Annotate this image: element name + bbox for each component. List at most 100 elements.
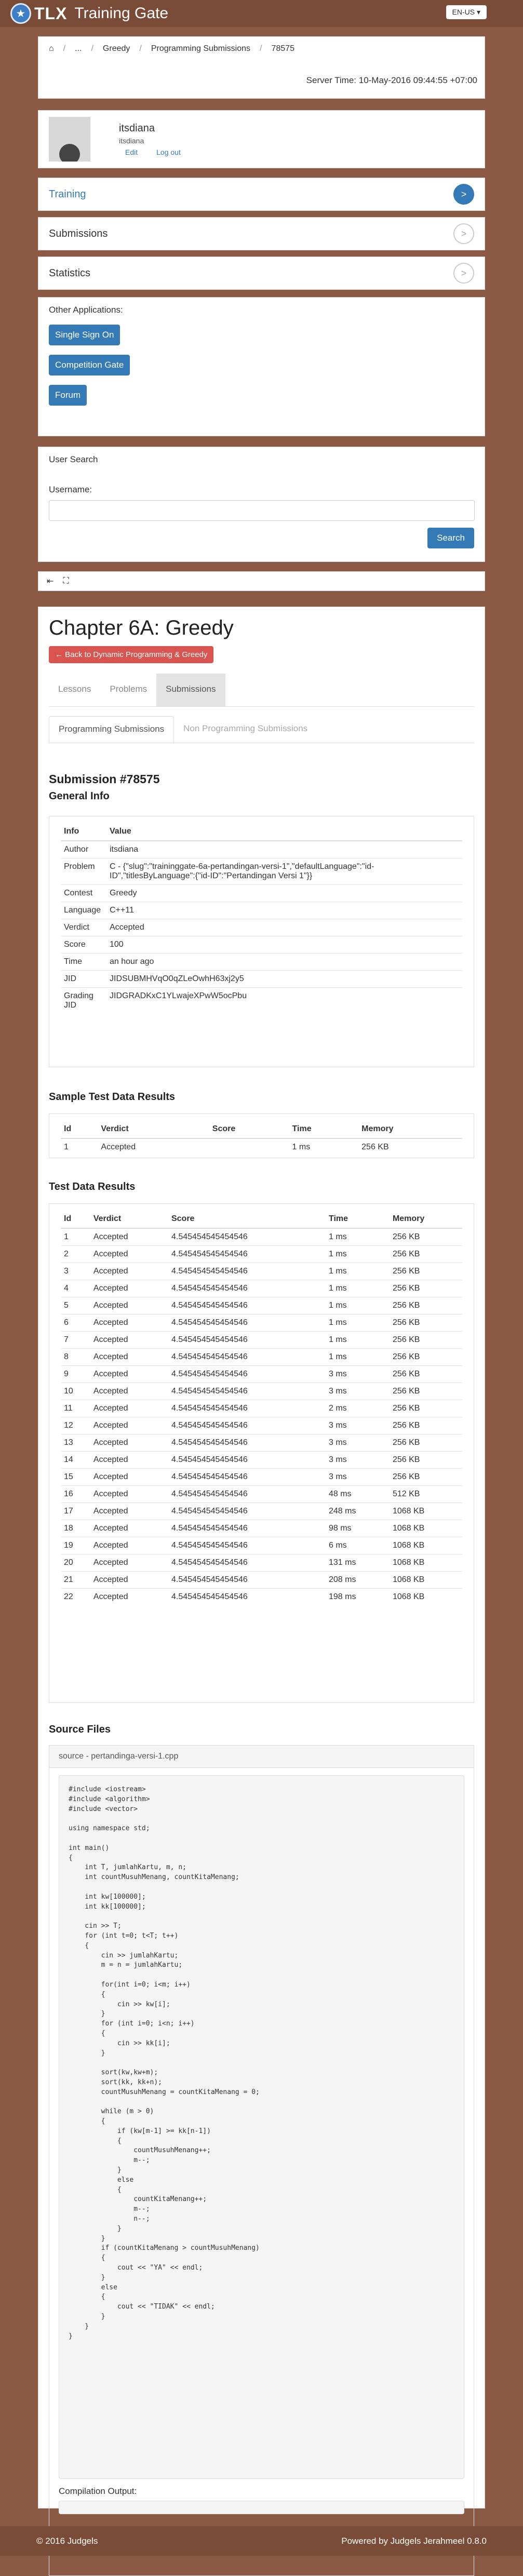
info-row: Contest Greedy <box>61 884 462 902</box>
table-cell: 5 <box>61 1297 90 1314</box>
tlx-logo[interactable]: ★ TLX <box>10 3 67 24</box>
search-button[interactable]: Search <box>427 528 474 548</box>
column-header: Score <box>168 1210 326 1229</box>
app-title[interactable]: Training Gate <box>74 5 168 22</box>
table-cell: 4.545454545454546 <box>168 1571 326 1589</box>
table-cell: Accepted <box>90 1263 168 1280</box>
fullscreen-icon[interactable]: ⛶ <box>63 576 69 586</box>
tab-lessons[interactable]: Lessons <box>49 674 100 706</box>
user-search-panel: User Search Username: Search <box>38 447 485 562</box>
back-button[interactable]: ← Back to Dynamic Programming & Greedy <box>49 646 214 663</box>
table-row: 13 Accepted 4.545454545454546 3 ms 256 KB <box>61 1434 462 1452</box>
logo-text: TLX <box>34 4 68 23</box>
value-header: Value <box>106 823 462 841</box>
language-dropdown[interactable]: EN-US ▾ <box>446 5 487 19</box>
table-cell: 22 <box>61 1588 90 1605</box>
table-row: 17 Accepted 4.545454545454546 248 ms 1068 KB <box>61 1502 462 1520</box>
table-cell: Accepted <box>90 1228 168 1246</box>
table-cell: 3 ms <box>325 1451 390 1469</box>
breadcrumb-ellipsis[interactable]: ... <box>75 44 82 53</box>
table-cell: 208 ms <box>325 1571 390 1589</box>
table-cell: 1 ms <box>325 1348 390 1366</box>
layout-toolbar: ⇤ ⛶ <box>38 571 485 591</box>
subtab-programming-submissions[interactable]: Programming Submissions <box>49 716 175 743</box>
info-value: an hour ago <box>106 953 462 971</box>
logout-link[interactable]: Log out <box>156 148 181 156</box>
competition-gate-button[interactable]: Competition Gate <box>49 355 130 375</box>
info-header: Info <box>61 823 106 841</box>
table-cell: Accepted <box>90 1502 168 1520</box>
table-cell: 1068 KB <box>389 1537 462 1554</box>
table-cell: 256 KB <box>389 1263 462 1280</box>
table-cell: 7 <box>61 1331 90 1349</box>
avatar-silhouette-icon <box>59 144 80 162</box>
table-cell: Accepted <box>90 1383 168 1400</box>
sample-results-title: Sample Test Data Results <box>49 1091 176 1103</box>
home-icon[interactable]: ⌂ <box>49 44 54 53</box>
sample-results-box: Id Verdict Score Time Memory 1 Accepted 1 ms 25… <box>49 1113 474 1158</box>
column-header: Memory <box>389 1210 462 1229</box>
table-cell: 4.545454545454546 <box>168 1485 326 1503</box>
table-cell: 256 KB <box>389 1400 462 1417</box>
user-info: itsdiana itsdiana Edit Log out <box>119 123 181 156</box>
table-cell: 198 ms <box>325 1588 390 1605</box>
info-key: Author <box>61 840 106 858</box>
table-cell: 1 ms <box>325 1263 390 1280</box>
single-sign-on-button[interactable]: Single Sign On <box>49 325 120 345</box>
edit-profile-link[interactable]: Edit <box>125 148 138 156</box>
username-label: Username: <box>49 485 92 494</box>
username-search-input[interactable] <box>49 500 475 521</box>
breadcrumb-submission-id[interactable]: 78575 <box>271 44 294 53</box>
chapter-title: Chapter 6A: Greedy <box>49 616 234 639</box>
table-cell: 256 KB <box>389 1245 462 1263</box>
tab-problems[interactable]: Problems <box>100 674 156 706</box>
forum-button[interactable]: Forum <box>49 385 87 406</box>
breadcrumb-greedy[interactable]: Greedy <box>103 44 130 53</box>
menu-item-submissions[interactable]: Submissions > <box>38 217 485 250</box>
breadcrumb-separator: / <box>63 44 66 53</box>
info-row: Language C++11 <box>61 902 462 919</box>
table-cell: Accepted <box>90 1451 168 1469</box>
table-cell: 4.545454545454546 <box>168 1502 326 1520</box>
table-cell: 1 ms <box>325 1331 390 1349</box>
table-row: 4 Accepted 4.545454545454546 1 ms 256 KB <box>61 1280 462 1297</box>
table-row: 22 Accepted 4.545454545454546 198 ms 1068 KB <box>61 1588 462 1605</box>
menu-item-training[interactable]: Training > <box>38 178 485 211</box>
table-row: 18 Accepted 4.545454545454546 98 ms 1068 KB <box>61 1520 462 1537</box>
table-cell: 1068 KB <box>389 1571 462 1589</box>
table-row: 16 Accepted 4.545454545454546 48 ms 512 KB <box>61 1485 462 1503</box>
info-key: Score <box>61 936 106 954</box>
table-cell: 4.545454545454546 <box>168 1280 326 1297</box>
compilation-output <box>59 2501 464 2514</box>
table-cell: 256 KB <box>358 1138 462 1156</box>
table-cell: 15 <box>61 1468 90 1486</box>
tab-submissions[interactable]: Submissions <box>156 674 225 706</box>
table-cell: 256 KB <box>389 1348 462 1366</box>
subtab-non-programming-submissions[interactable]: Non Programming Submissions <box>174 716 317 743</box>
info-key: Verdict <box>61 919 106 936</box>
column-header: Time <box>289 1120 359 1139</box>
table-cell: 14 <box>61 1451 90 1469</box>
table-cell: 3 ms <box>325 1417 390 1434</box>
table-cell: 3 ms <box>325 1468 390 1486</box>
table-cell: 4.545454545454546 <box>168 1297 326 1314</box>
table-cell: 18 <box>61 1520 90 1537</box>
username: itsdiana <box>119 122 155 134</box>
info-value: C++11 <box>106 902 462 919</box>
table-cell: Accepted <box>90 1571 168 1589</box>
menu-item-statistics[interactable]: Statistics > <box>38 257 485 290</box>
table-cell: Accepted <box>90 1417 168 1434</box>
table-cell: Accepted <box>90 1434 168 1452</box>
info-key: Problem <box>61 858 106 885</box>
table-cell: 4.545454545454546 <box>168 1383 326 1400</box>
table-cell: Accepted <box>90 1280 168 1297</box>
table-cell: 256 KB <box>389 1417 462 1434</box>
table-cell: 4.545454545454546 <box>168 1314 326 1332</box>
collapse-sidebar-icon[interactable]: ⇤ <box>47 576 53 586</box>
table-row: 12 Accepted 4.545454545454546 3 ms 256 KB <box>61 1417 462 1434</box>
info-key: Time <box>61 953 106 971</box>
table-cell: Accepted <box>90 1400 168 1417</box>
test-results-box: Id Verdict Score Time Memory 1 Accepted 4.5454… <box>49 1203 474 1703</box>
breadcrumb-programming-submissions[interactable]: Programming Submissions <box>151 44 250 53</box>
table-row: 21 Accepted 4.545454545454546 208 ms 1068 KB <box>61 1571 462 1589</box>
